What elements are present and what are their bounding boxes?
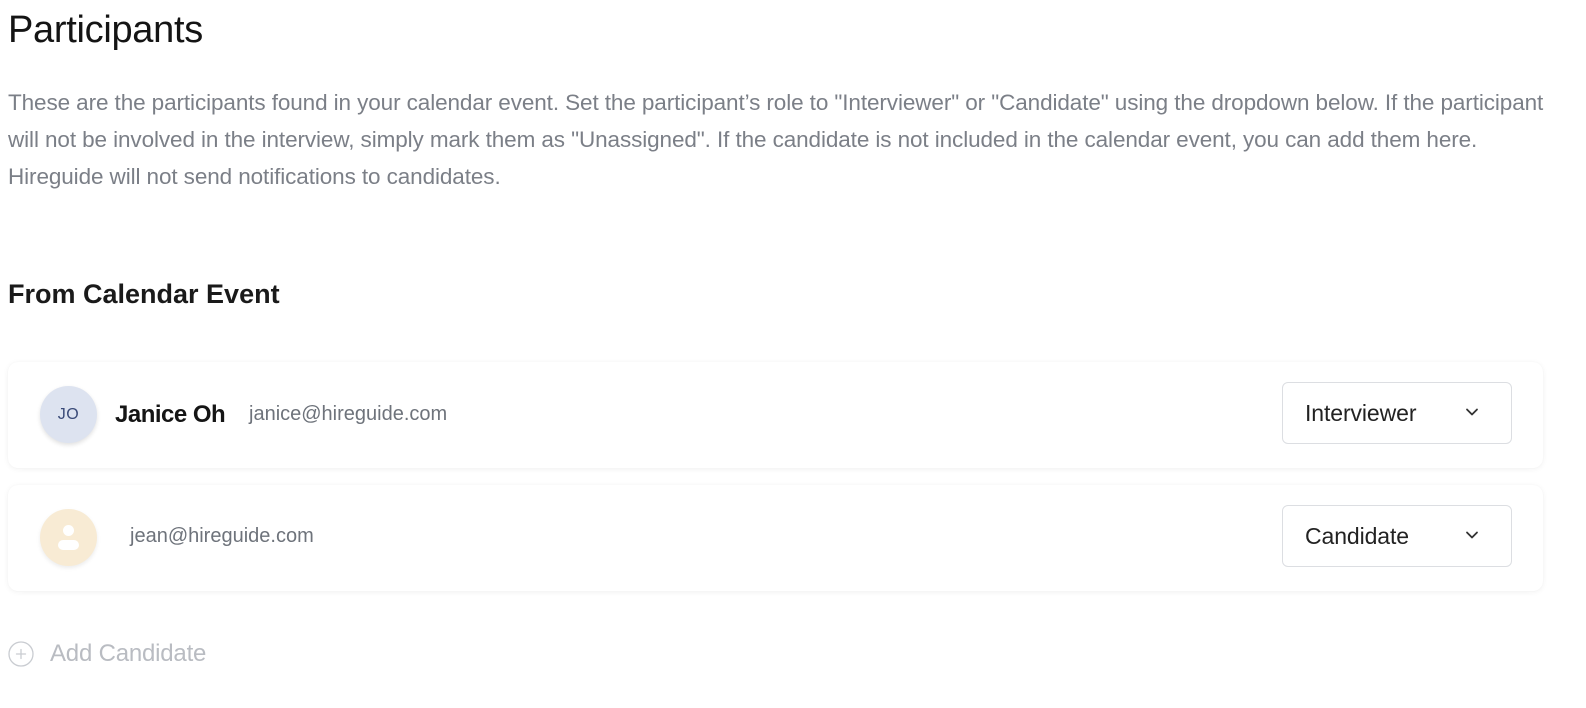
role-dropdown[interactable]: Candidate [1282, 505, 1512, 567]
role-dropdown-value: Candidate [1305, 522, 1409, 549]
chevron-down-icon [1466, 531, 1478, 539]
role-dropdown[interactable]: Interviewer [1282, 382, 1512, 444]
page-title: Participants [8, 9, 203, 51]
add-candidate-label: Add Candidate [50, 640, 207, 667]
participant-name: Janice Oh [115, 401, 226, 428]
participant-card: JO Janice Oh janice@hireguide.com Interv… [8, 362, 1543, 468]
participant-card: jean@hireguide.com Candidate [8, 485, 1543, 591]
person-icon [63, 525, 74, 536]
role-dropdown-value: Interviewer [1305, 399, 1417, 426]
avatar [40, 509, 97, 566]
participant-email: janice@hireguide.com [249, 403, 448, 425]
plus-circle-icon [8, 641, 34, 667]
person-icon-body [58, 540, 79, 550]
chevron-down-icon [1466, 408, 1478, 416]
avatar-initials: JO [57, 405, 80, 423]
section-title: From Calendar Event [8, 279, 280, 309]
page-description: These are the participants found in your… [8, 90, 1544, 189]
add-candidate-button[interactable]: Add Candidate [8, 640, 206, 668]
avatar: JO [40, 386, 97, 443]
participant-email: jean@hireguide.com [130, 525, 314, 547]
participants-page: Participants These are the participants … [0, 0, 1586, 708]
